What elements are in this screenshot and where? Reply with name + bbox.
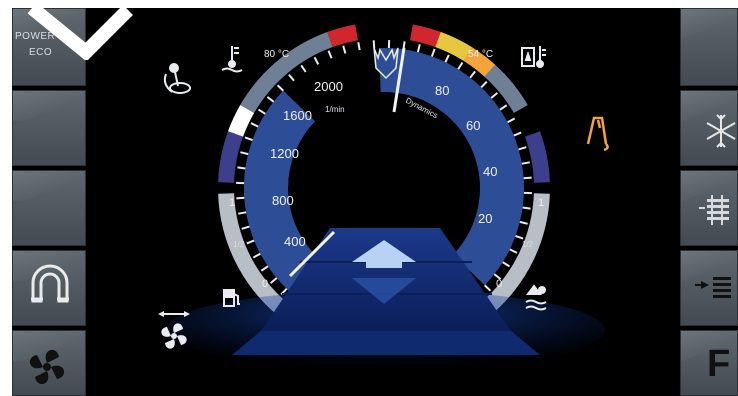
rpm-tick-mark — [238, 211, 247, 215]
joystick-icon — [163, 63, 191, 94]
dynamics-tick-mark — [457, 61, 464, 70]
hydraulic-temp-band-red — [410, 24, 441, 48]
rpm-tick-mark — [250, 122, 259, 128]
def-tick-empty: 0 — [496, 278, 502, 290]
rpm-tick-mark — [300, 64, 307, 73]
hydraulic-temp-icon — [521, 46, 546, 68]
hydraulic-temp-band-blue — [524, 131, 550, 183]
dynamics-tick-mark — [519, 220, 528, 225]
dynamics-tick-80: 80 — [435, 83, 449, 98]
excavator-arm-icon — [586, 116, 609, 152]
rpm-tick-mark — [236, 196, 245, 200]
screen: { "left_panel": { "power_eco_line1": "PO… — [0, 0, 738, 396]
rpm-tick-mark — [327, 50, 333, 59]
def-tick-full: 1 — [538, 197, 544, 209]
rpm-tick-2000: 2000 — [314, 79, 343, 94]
dynamics-tick-mark — [515, 234, 524, 240]
engine-temp-band-red — [327, 24, 358, 48]
dynamics-tick-mark — [509, 248, 518, 254]
dynamics-tick-mark — [518, 146, 527, 151]
coolant-temp-icon — [221, 46, 243, 73]
fuel-tick-empty: 0 — [262, 278, 268, 290]
fuel-tick-full: 1 — [229, 197, 235, 209]
rpm-tick-800: 800 — [272, 193, 294, 208]
dynamics-tick-mark — [521, 161, 530, 165]
dynamics-tick-20: 20 — [478, 211, 492, 226]
dynamics-tick-mark — [416, 44, 421, 53]
rpm-tick-1600: 1600 — [283, 108, 312, 123]
dynamics-tick-mark — [507, 117, 516, 124]
rpm-tick-mark — [266, 96, 275, 103]
rpm-tick-mark — [276, 84, 284, 92]
hydraulic-temp-label: 54 °C — [468, 49, 493, 60]
dynamics-tick-60: 60 — [466, 118, 480, 133]
dynamics-tick-mark — [430, 48, 436, 57]
rpm-tick-mark — [357, 42, 361, 51]
dynamics-tick-mark — [484, 284, 492, 292]
dynamics-tick-mark — [502, 261, 511, 268]
rpm-tick-mark — [246, 239, 255, 245]
rpm-tick-mark — [288, 73, 295, 82]
dynamics-tick-mark — [469, 70, 476, 79]
rpm-tick-mark — [252, 252, 261, 259]
engine-temp-label: 80 °C — [264, 49, 289, 60]
dynamics-tick-mark — [444, 54, 450, 63]
rpm-tick-mark — [342, 45, 347, 54]
dynamics-tick-mark — [522, 206, 531, 210]
fuel-tick-half: 1/2 — [233, 240, 245, 249]
dynamics-tick-mark — [513, 131, 522, 137]
rpm-tick-mark — [313, 56, 320, 65]
rpm-tick-mark — [260, 265, 269, 272]
dynamics-tick-mark — [499, 104, 508, 111]
rpm-tick-1200: 1200 — [270, 146, 299, 161]
dynamics-tick-mark — [480, 80, 488, 88]
def-tick-half: 1/2 — [522, 240, 534, 249]
dynamics-tick-mark — [523, 176, 532, 180]
gauge-cluster: 2000 1600 1/min 1200 800 400 Dynamics 80… — [158, 24, 609, 370]
rpm-tick-mark — [241, 225, 250, 230]
rpm-tick-mark — [240, 151, 249, 156]
rpm-tick-mark — [269, 277, 278, 284]
rpm-unit: 1/min — [325, 105, 345, 114]
rpm-tick-mark — [257, 108, 266, 115]
rpm-tick-mark — [237, 166, 246, 170]
rpm-tick-400: 400 — [284, 234, 306, 249]
engine-temp-band-blue — [218, 131, 244, 183]
rpm-tick-mark — [372, 40, 376, 49]
dynamics-tick-40: 40 — [483, 164, 497, 179]
rpm-tick-mark — [244, 136, 253, 142]
dynamics-tick-mark — [490, 92, 499, 99]
